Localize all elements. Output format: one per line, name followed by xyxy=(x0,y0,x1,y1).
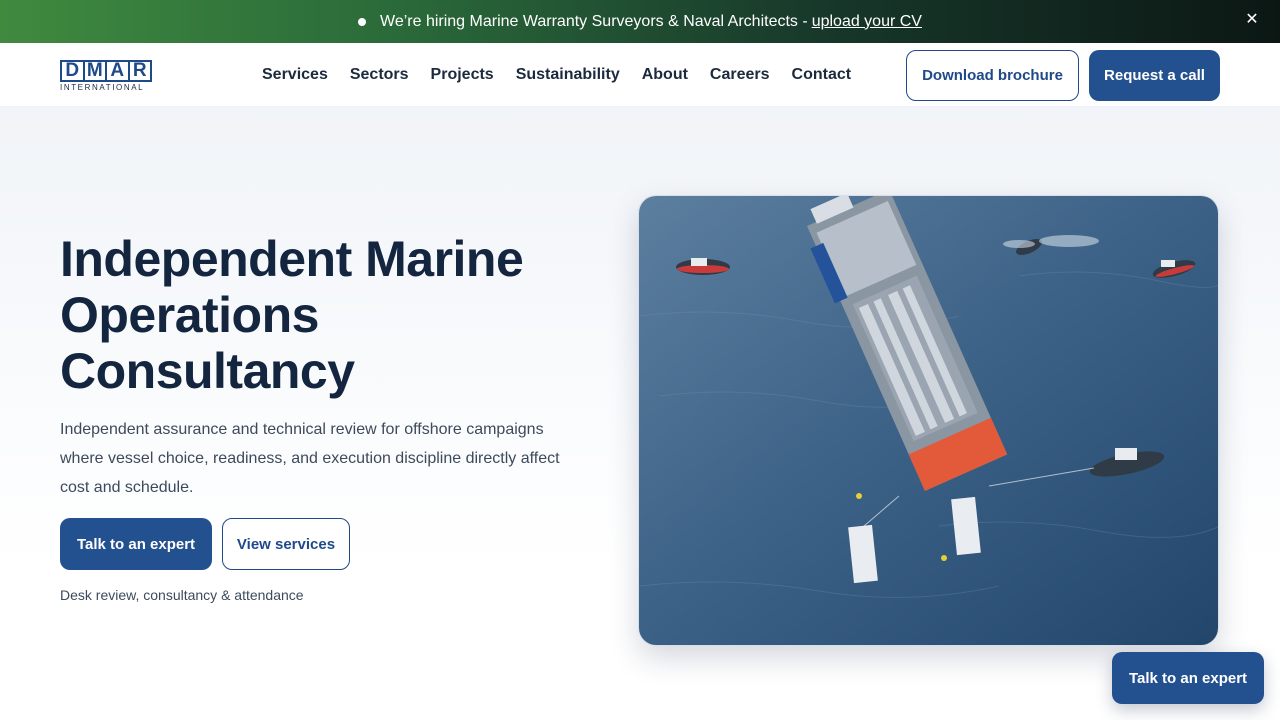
talk-to-expert-button[interactable]: Talk to an expert xyxy=(60,518,212,570)
nav-item-careers[interactable]: Careers xyxy=(710,66,770,84)
nav-item-services[interactable]: Services xyxy=(262,66,328,84)
nav-item-sectors[interactable]: Sectors xyxy=(350,66,409,84)
hero-note: Desk review, consultancy & attendance xyxy=(60,587,304,603)
announcement-text: We’re hiring Marine Warranty Surveyors &… xyxy=(380,12,808,30)
logo-letter: R xyxy=(127,60,152,82)
close-icon[interactable]: ✕ xyxy=(1242,10,1262,30)
floating-talk-to-expert-button[interactable]: Talk to an expert xyxy=(1112,652,1264,704)
bullet-icon xyxy=(358,17,366,26)
logo-letter: A xyxy=(105,60,130,82)
nav-item-about[interactable]: About xyxy=(642,66,688,84)
hero-title: Independent Marine Operations Consultanc… xyxy=(60,231,524,399)
offshore-vessel-illustration xyxy=(639,196,1218,645)
hero-image xyxy=(638,195,1219,646)
logo-letter: D xyxy=(60,60,85,82)
logo-mark: D M A R xyxy=(60,60,158,82)
nav-item-projects[interactable]: Projects xyxy=(431,66,494,84)
logo-letter: M xyxy=(82,60,107,82)
hero-lead: Independent assurance and technical revi… xyxy=(60,421,560,496)
nav-item-contact[interactable]: Contact xyxy=(792,66,852,84)
view-services-button[interactable]: View services xyxy=(222,518,350,570)
download-brochure-button[interactable]: Download brochure xyxy=(906,50,1079,101)
hero-section: Independent Marine Operations Consultanc… xyxy=(0,107,1280,720)
logo-subtitle: INTERNATIONAL xyxy=(60,83,145,92)
company-logo[interactable]: D M A R INTERNATIONAL xyxy=(60,60,158,92)
announcement-bar: We’re hiring Marine Warranty Surveyors &… xyxy=(0,0,1280,43)
site-header: D M A R INTERNATIONAL Services Sectors P… xyxy=(0,43,1280,107)
request-call-button[interactable]: Request a call xyxy=(1089,50,1220,101)
nav-item-sustainability[interactable]: Sustainability xyxy=(516,66,620,84)
main-nav: Services Sectors Projects Sustainability… xyxy=(262,43,851,107)
upload-cv-link[interactable]: upload your CV xyxy=(812,13,922,31)
